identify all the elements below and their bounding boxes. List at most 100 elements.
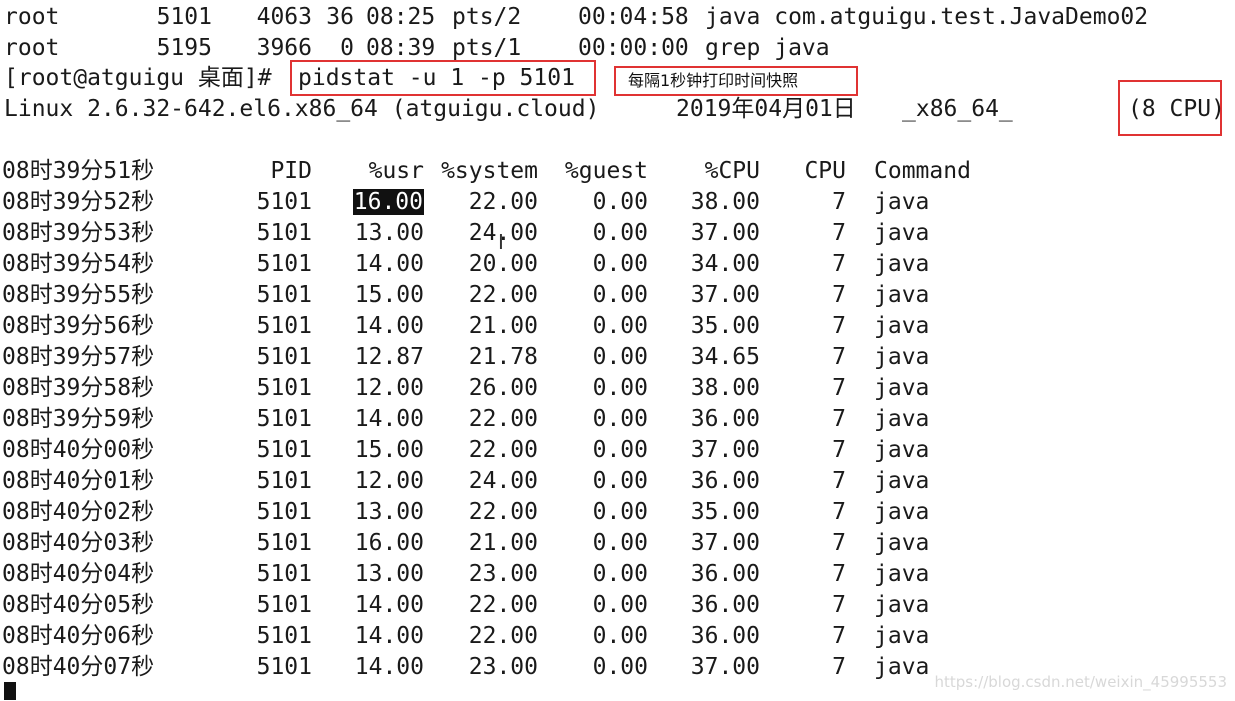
row-guest: 0.00 [592, 437, 648, 463]
row-time: 08时39分52秒 [2, 189, 155, 215]
table-row: 08时39分53秒 5101 13.00 24.00 0.00 37.00 7 … [0, 218, 1235, 249]
row-guest: 0.00 [592, 654, 648, 680]
row-cpu-pct: 38.00 [690, 189, 760, 215]
shell-prompt: [root@atguigu 桌面]# [4, 65, 272, 91]
table-row: 08时39分54秒 5101 14.00 20.00 0.00 34.00 7 … [0, 249, 1235, 280]
row-command: java [874, 592, 930, 618]
row-command: java [874, 220, 930, 246]
row-cpu: 7 [832, 499, 846, 525]
row-command: java [874, 499, 930, 525]
row-usr: 16.00 [330, 187, 424, 218]
row-system: 24.00 [468, 468, 538, 494]
row-cpu-pct: 34.65 [690, 344, 760, 370]
row-cpu: 7 [832, 406, 846, 432]
row-pid: 5101 [256, 654, 312, 680]
row-cpu: 7 [832, 437, 846, 463]
table-row: 08时39分58秒 5101 12.00 26.00 0.00 38.00 7 … [0, 373, 1235, 404]
row-pid: 5101 [256, 251, 312, 277]
ps-line: root 5195 3966 0 08:39 pts/1 00:00:00 gr… [0, 33, 1235, 64]
table-row: 08时40分05秒 5101 14.00 22.00 0.00 36.00 7 … [0, 590, 1235, 621]
row-guest: 0.00 [592, 189, 648, 215]
table-row: 08时39分59秒 5101 14.00 22.00 0.00 36.00 7 … [0, 404, 1235, 435]
table-row: 08时39分52秒 5101 16.00 22.00 0.00 38.00 7 … [0, 187, 1235, 218]
row-cpu-pct: 36.00 [690, 468, 760, 494]
row-command: java [874, 561, 930, 587]
row-guest: 0.00 [592, 468, 648, 494]
row-guest: 0.00 [592, 344, 648, 370]
row-usr: 14.00 [354, 592, 424, 618]
row-pid: 5101 [256, 561, 312, 587]
row-time: 08时40分01秒 [2, 468, 155, 494]
row-cpu-pct: 36.00 [690, 623, 760, 649]
row-pid: 5101 [256, 406, 312, 432]
ps-time: 00:04:58 [578, 4, 689, 30]
row-pid: 5101 [256, 437, 312, 463]
arch-info: _x86_64_ [902, 96, 1013, 122]
row-guest: 0.00 [592, 406, 648, 432]
row-cpu: 7 [832, 654, 846, 680]
row-cpu: 7 [832, 468, 846, 494]
row-cpu: 7 [832, 530, 846, 556]
row-cpu: 7 [832, 375, 846, 401]
row-system: 26.00 [468, 375, 538, 401]
row-usr: 14.00 [354, 313, 424, 339]
ps-cmd: grep java [705, 35, 830, 61]
row-pid: 5101 [256, 592, 312, 618]
row-cpu-pct: 38.00 [690, 375, 760, 401]
row-guest: 0.00 [592, 313, 648, 339]
row-time: 08时39分53秒 [2, 220, 155, 246]
row-command: java [874, 437, 930, 463]
row-pid: 5101 [256, 623, 312, 649]
row-pid: 5101 [256, 220, 312, 246]
text-cursor-ibeam-icon: I [498, 230, 504, 254]
row-usr: 12.00 [354, 468, 424, 494]
ps-line: root 5101 4063 36 08:25 pts/2 00:04:58 j… [0, 2, 1235, 33]
row-cpu-pct: 36.00 [690, 561, 760, 587]
row-guest: 0.00 [592, 375, 648, 401]
table-row: 08时39分57秒 5101 12.87 21.78 0.00 34.65 7 … [0, 342, 1235, 373]
row-cpu: 7 [832, 220, 846, 246]
ps-tty: pts/2 [452, 4, 522, 30]
row-usr: 14.00 [354, 623, 424, 649]
row-system: 23.00 [468, 561, 538, 587]
row-pid: 5101 [256, 282, 312, 308]
command-text[interactable]: pidstat -u 1 -p 5101 [298, 63, 575, 94]
row-usr: 16.00 [354, 530, 424, 556]
row-system: 22.00 [468, 437, 538, 463]
ps-pid: 5195 [156, 35, 212, 61]
row-pid: 5101 [256, 530, 312, 556]
row-time: 08时40分06秒 [2, 623, 155, 649]
row-guest: 0.00 [592, 282, 648, 308]
table-header: 08时39分51秒 PID %usr %system %guest %CPU C… [0, 156, 1235, 187]
row-cpu-pct: 36.00 [690, 592, 760, 618]
row-usr: 15.00 [354, 437, 424, 463]
row-cpu: 7 [832, 592, 846, 618]
row-guest: 0.00 [592, 561, 648, 587]
row-system: 22.00 [468, 189, 538, 215]
row-pid: 5101 [256, 344, 312, 370]
row-usr: 15.00 [354, 282, 424, 308]
row-usr: 12.00 [354, 375, 424, 401]
row-system: 22.00 [468, 282, 538, 308]
row-time: 08时39分59秒 [2, 406, 155, 432]
annotation-label: 每隔1秒钟打印时间快照 [614, 66, 858, 96]
header-usr: %usr [368, 158, 424, 184]
kernel-info: Linux 2.6.32-642.el6.x86_64 (atguigu.clo… [4, 96, 600, 122]
row-time: 08时39分57秒 [2, 344, 155, 370]
table-row: 08时40分00秒 5101 15.00 22.00 0.00 37.00 7 … [0, 435, 1235, 466]
row-usr: 14.00 [354, 654, 424, 680]
table-row: 08时39分56秒 5101 14.00 21.00 0.00 35.00 7 … [0, 311, 1235, 342]
header-cpu-pct: %CPU [704, 158, 760, 184]
row-guest: 0.00 [592, 499, 648, 525]
row-system: 21.00 [468, 313, 538, 339]
row-system: 20.00 [468, 251, 538, 277]
row-time: 08时39分54秒 [2, 251, 155, 277]
row-time: 08时40分02秒 [2, 499, 155, 525]
row-cpu: 7 [832, 561, 846, 587]
row-cpu: 7 [832, 282, 846, 308]
row-cpu-pct: 35.00 [690, 499, 760, 525]
terminal-block-cursor[interactable] [4, 682, 16, 700]
ps-user: root [4, 35, 60, 61]
ps-pid: 5101 [156, 4, 212, 30]
row-command: java [874, 406, 930, 432]
